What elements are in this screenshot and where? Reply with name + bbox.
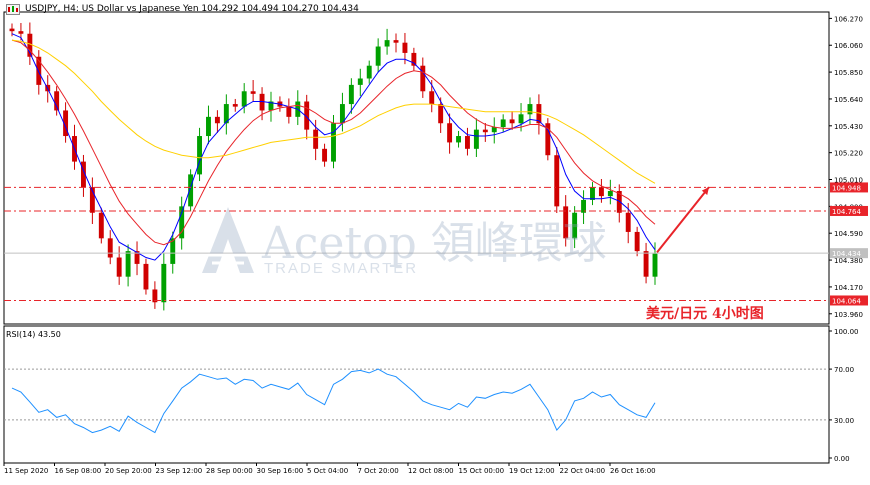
candle-body	[420, 65, 426, 92]
forecast-arrow-shaft	[656, 186, 710, 254]
chart-area: 106.270 106.060 105.850 105.640 105.430 105.2…	[0, 0, 870, 481]
candle-body	[18, 31, 24, 34]
rsi-tick-label: 70.00	[834, 366, 854, 374]
candle-body	[625, 212, 631, 232]
candle-body	[161, 263, 167, 303]
time-tick-label: 12 Oct 08:00	[408, 467, 454, 475]
price-tick-label: 106.060	[834, 42, 863, 50]
candle-body	[598, 187, 604, 197]
time-tick-label: 11 Sep 2020	[4, 467, 48, 475]
candle-body	[241, 91, 247, 107]
rsi-line	[11, 368, 656, 434]
candle-body	[643, 251, 649, 277]
candle-body	[607, 191, 613, 197]
time-tick-label: 30 Sep 16:00	[257, 467, 304, 475]
candle-body	[197, 136, 202, 175]
price-tick-label: 103.960	[834, 311, 863, 319]
level-label: 104.064	[832, 297, 861, 305]
time-tick-label: 7 Oct 20:00	[358, 467, 399, 475]
candle-body	[214, 116, 220, 124]
candle-body	[456, 136, 461, 143]
candle-body	[402, 42, 408, 53]
price-tick-label: 105.640	[834, 96, 863, 104]
candle-body	[313, 129, 319, 149]
time-tick-label: 23 Sep 12:00	[156, 467, 203, 475]
candle-body	[9, 28, 15, 32]
candle-body	[98, 212, 104, 239]
candle-body	[331, 123, 336, 162]
rsi-header: RSI(14) 43.50	[6, 330, 61, 339]
rsi-tick-label: 30.00	[834, 417, 854, 425]
candle-body	[348, 84, 354, 105]
price-tick-label: 104.380	[834, 257, 863, 265]
level-label: 104.948	[832, 184, 861, 192]
rsi-tick-label: 100.00	[834, 328, 859, 336]
candle-body	[250, 91, 256, 94]
candle-body	[286, 106, 292, 117]
candle-body	[322, 148, 328, 162]
candle-body	[509, 119, 515, 124]
price-chart-svg: 106.270 106.060 105.850 105.640 105.430 105.2…	[3, 11, 868, 475]
candle-body	[518, 114, 524, 124]
candle-body	[188, 174, 194, 207]
price-tick-label: 104.590	[834, 230, 863, 238]
candle-body	[107, 238, 113, 258]
candle-body	[393, 40, 399, 43]
level-label: 104.764	[832, 208, 861, 216]
candle-body	[500, 119, 506, 128]
candle-body	[429, 91, 435, 105]
price-tick-label: 105.430	[834, 123, 863, 131]
candle-body	[447, 123, 453, 143]
candle-body	[125, 251, 131, 277]
price-tick-label: 104.170	[834, 284, 863, 292]
candle-body	[357, 78, 363, 85]
chart-header: USDJPY, H4: US Dollar vs Japanese Yen 10…	[25, 4, 359, 14]
candle-body	[652, 253, 658, 277]
candle-body	[206, 116, 211, 137]
candle-body	[384, 40, 390, 47]
candle-body	[116, 257, 122, 277]
chart-caption: 美元/日元 4小时图	[646, 306, 764, 322]
price-tick-label: 105.220	[834, 150, 863, 158]
candle-body	[366, 65, 372, 79]
candle-body	[465, 136, 470, 149]
time-tick-label: 15 Oct 00:00	[459, 467, 505, 475]
candle-body	[411, 52, 417, 66]
time-tick-label: 22 Oct 04:00	[560, 467, 606, 475]
candle-body	[438, 104, 444, 124]
time-tick-label: 5 Oct 04:00	[307, 467, 348, 475]
rsi-tick-label: 0.00	[834, 455, 850, 463]
time-tick-label: 28 Sep 00:00	[206, 467, 253, 475]
candle-body	[634, 231, 640, 252]
candle-body	[473, 129, 479, 149]
candle-body	[572, 212, 578, 239]
candle-body	[491, 127, 497, 133]
current-price-label: 104.434	[832, 250, 861, 258]
chart-window-icon	[6, 4, 20, 15]
time-tick-label: 20 Sep 20:00	[105, 467, 152, 475]
candle-body	[232, 104, 238, 107]
candle-body	[527, 104, 533, 115]
candle-body	[482, 129, 488, 133]
time-tick-label: 19 Oct 12:00	[509, 467, 555, 475]
candle-body	[375, 46, 381, 66]
price-tick-label: 105.850	[834, 69, 863, 77]
price-tick-label: 106.270	[834, 15, 863, 23]
candle-body	[554, 155, 560, 207]
time-tick-label: 26 Oct 16:00	[610, 467, 656, 475]
candle-body	[143, 263, 149, 290]
candle-body	[590, 187, 595, 200]
time-tick-label: 16 Sep 08:00	[55, 467, 102, 475]
